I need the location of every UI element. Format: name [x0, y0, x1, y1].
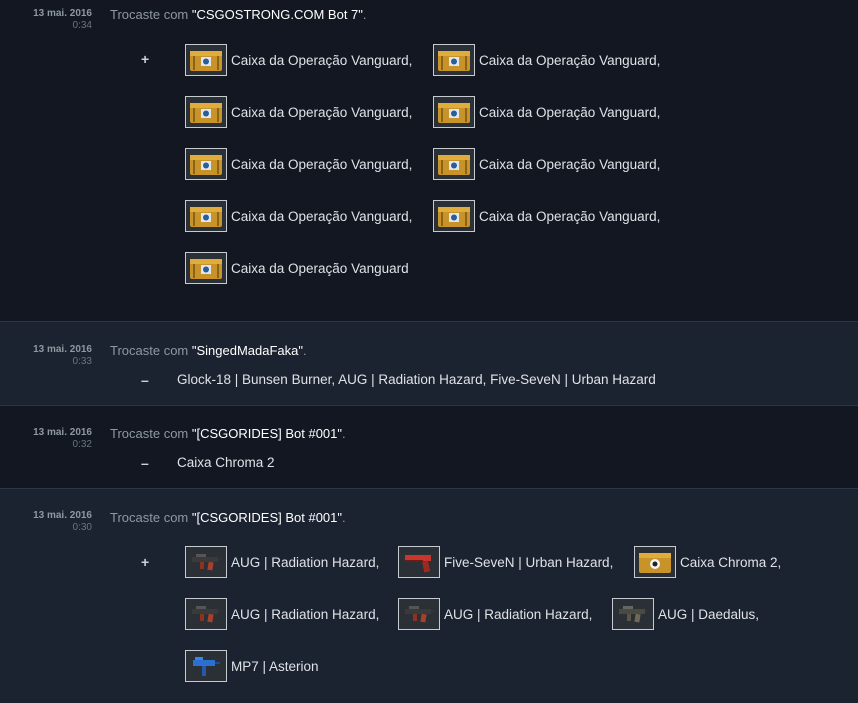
vanguard-case-icon [433, 148, 475, 180]
date-label: 13 mai. 2016 [33, 427, 92, 438]
trade-item[interactable]: AUG | Daedalus, [612, 598, 759, 630]
aug-rifle-icon [185, 598, 227, 630]
vanguard-case-icon [185, 252, 227, 284]
trade-date: 13 mai. 2016 0:32 [0, 427, 92, 450]
date-label: 13 mai. 2016 [33, 510, 92, 521]
trade-item[interactable]: AUG | Radiation Hazard, [398, 598, 592, 630]
pistol-icon [398, 546, 440, 578]
trade-date: 13 mai. 2016 0:30 [0, 510, 92, 533]
item-name: Caixa da Operação Vanguard, [479, 52, 661, 68]
received-sign: + [141, 51, 150, 67]
trade-description: Trocaste com "[CSGORIDES] Bot #001". [110, 510, 346, 525]
item-name: Caixa da Operação Vanguard, [479, 156, 661, 172]
trade-suffix: . [362, 7, 367, 22]
time-label: 0:33 [72, 356, 92, 367]
item-name: Caixa da Operação Vanguard, [231, 104, 413, 120]
trade-prefix: Trocaste com [110, 343, 192, 358]
chroma-case-icon [634, 546, 676, 578]
trade-item[interactable]: Caixa Chroma 2, [634, 546, 781, 578]
trade-item[interactable]: Caixa da Operação Vanguard, [433, 200, 660, 232]
trade-prefix: Trocaste com [110, 510, 192, 525]
item-name: Five-SeveN | Urban Hazard, [444, 554, 614, 570]
vanguard-case-icon [185, 200, 227, 232]
trade-entry: 13 mai. 2016 0:32 Trocaste com "[CSGORID… [0, 406, 858, 489]
aug-rifle-icon [398, 598, 440, 630]
item-name: Caixa Chroma 2, [680, 554, 782, 570]
item-name: Caixa da Operação Vanguard, [479, 208, 661, 224]
item-name: Caixa da Operação Vanguard, [231, 52, 413, 68]
vanguard-case-icon [185, 44, 227, 76]
trade-prefix: Trocaste com [110, 7, 192, 22]
aug-rifle-icon [612, 598, 654, 630]
trade-description: Trocaste com "SingedMadaFaka". [110, 343, 307, 358]
trade-description: Trocaste com "[CSGORIDES] Bot #001". [110, 426, 346, 441]
trade-item[interactable]: Five-SeveN | Urban Hazard, [398, 546, 613, 578]
trade-partner[interactable]: "[CSGORIDES] Bot #001" [192, 510, 342, 525]
received-sign: + [141, 554, 150, 570]
item-name: AUG | Radiation Hazard, [444, 606, 593, 622]
aug-rifle-icon [185, 546, 227, 578]
trade-item[interactable]: Caixa da Operação Vanguard, [433, 44, 660, 76]
given-sign: – [141, 372, 149, 388]
item-name: Caixa da Operação Vanguard [231, 260, 409, 276]
item-name: Caixa da Operação Vanguard, [479, 104, 661, 120]
given-sign: – [141, 455, 149, 471]
trade-prefix: Trocaste com [110, 426, 192, 441]
trade-partner[interactable]: "[CSGORIDES] Bot #001" [192, 426, 342, 441]
item-name: AUG | Radiation Hazard, [231, 554, 380, 570]
trade-items-text: Glock-18 | Bunsen Burner, AUG | Radiatio… [177, 372, 656, 387]
item-name: Caixa da Operação Vanguard, [231, 208, 413, 224]
time-label: 0:32 [72, 439, 92, 450]
vanguard-case-icon [433, 96, 475, 128]
trade-date: 13 mai. 2016 0:33 [0, 344, 92, 367]
trade-item[interactable]: Caixa da Operação Vanguard, [433, 148, 660, 180]
trade-partner[interactable]: "SingedMadaFaka" [192, 343, 303, 358]
trade-entry: 13 mai. 2016 0:30 Trocaste com "[CSGORID… [0, 489, 858, 703]
item-name: AUG | Daedalus, [658, 606, 760, 622]
trade-item[interactable]: Caixa da Operação Vanguard, [185, 148, 412, 180]
item-name: AUG | Radiation Hazard, [231, 606, 380, 622]
trade-suffix: . [303, 343, 307, 358]
trade-item[interactable]: Caixa da Operação Vanguard, [185, 200, 412, 232]
date-label: 13 mai. 2016 [33, 8, 92, 19]
trade-item[interactable]: Caixa da Operação Vanguard [185, 252, 409, 284]
trade-suffix: . [342, 426, 346, 441]
trade-item[interactable]: Caixa da Operação Vanguard, [185, 96, 412, 128]
trade-entry: 13 mai. 2016 0:33 Trocaste com "SingedMa… [0, 322, 858, 406]
trade-items-text: Caixa Chroma 2 [177, 455, 275, 470]
time-label: 0:30 [72, 522, 92, 533]
trade-item[interactable]: AUG | Radiation Hazard, [185, 546, 379, 578]
item-name: Caixa da Operação Vanguard, [231, 156, 413, 172]
trade-item[interactable]: Caixa da Operação Vanguard, [433, 96, 660, 128]
trade-date: 13 mai. 2016 0:34 [0, 8, 92, 31]
trade-item[interactable]: Caixa da Operação Vanguard, [185, 44, 412, 76]
date-label: 13 mai. 2016 [33, 344, 92, 355]
vanguard-case-icon [185, 96, 227, 128]
vanguard-case-icon [185, 148, 227, 180]
time-label: 0:34 [72, 20, 92, 31]
item-name: MP7 | Asterion [231, 658, 319, 674]
vanguard-case-icon [433, 44, 475, 76]
smg-icon [185, 650, 227, 682]
trade-description: Trocaste com "CSGOSTRONG.COM Bot 7". [110, 7, 367, 22]
trade-partner[interactable]: "CSGOSTRONG.COM Bot 7" [192, 7, 363, 22]
trade-item[interactable]: AUG | Radiation Hazard, [185, 598, 379, 630]
vanguard-case-icon [433, 200, 475, 232]
trade-item[interactable]: MP7 | Asterion [185, 650, 319, 682]
trade-suffix: . [342, 510, 346, 525]
trade-entry: 13 mai. 2016 0:34 Trocaste com "CSGOSTRO… [0, 0, 858, 322]
